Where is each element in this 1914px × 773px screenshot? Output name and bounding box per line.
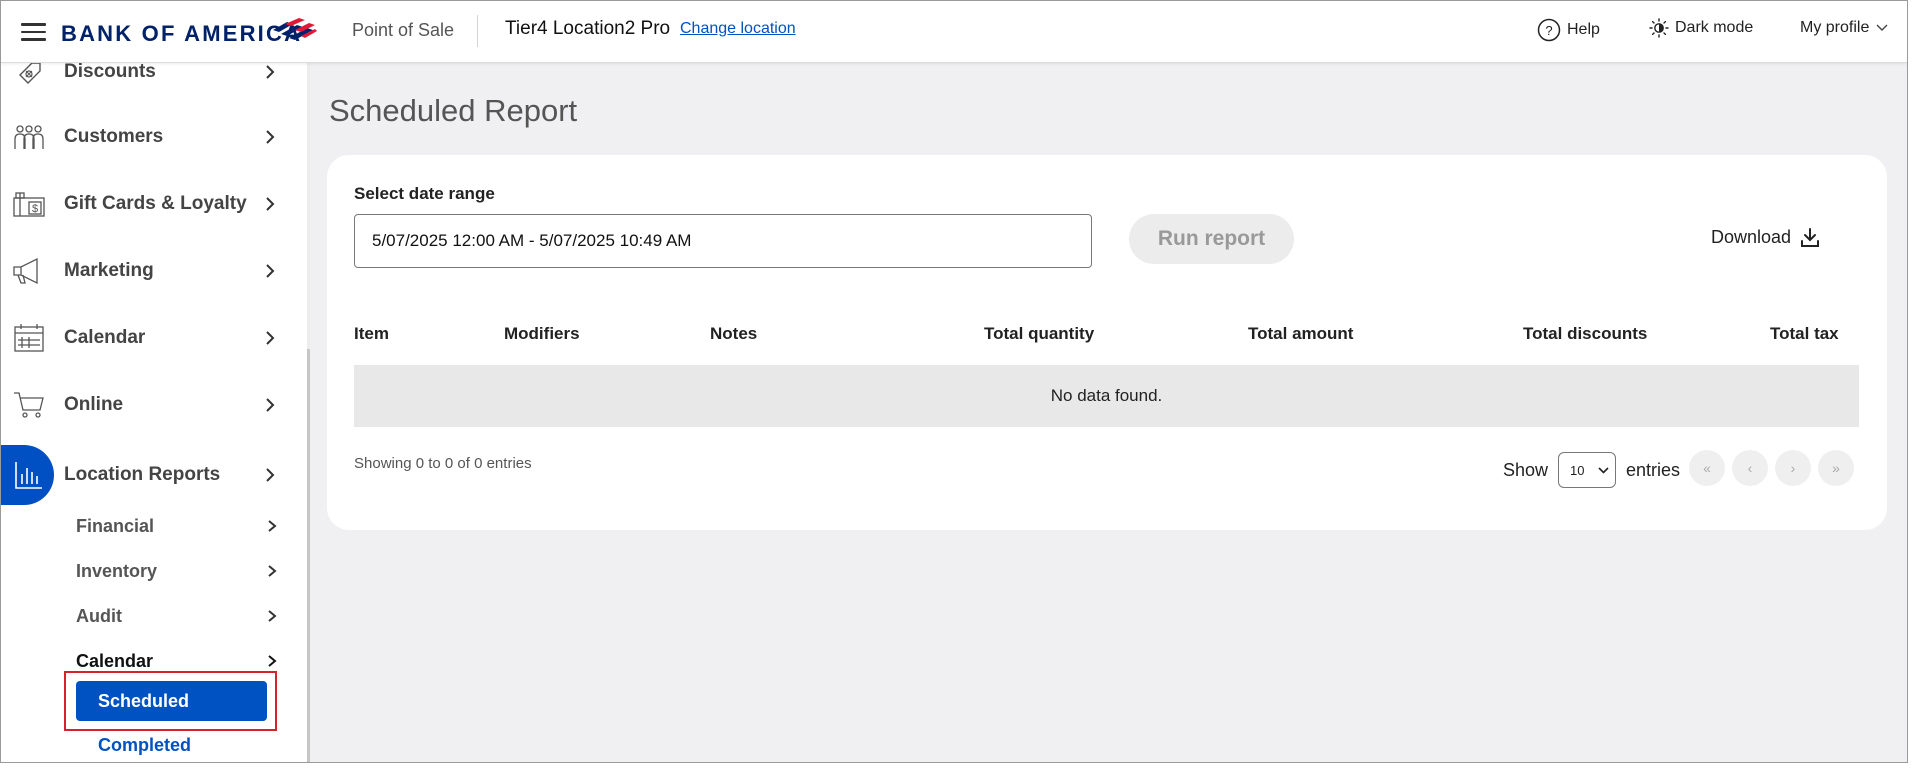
pagination-prev-button[interactable]: ‹ (1732, 450, 1768, 486)
app-window: BANK OF AMERICA Point of Sale Tier4 Loca… (0, 0, 1908, 763)
shopping-cart-icon (13, 389, 45, 421)
flag-logo-icon (273, 18, 317, 40)
dark-mode-toggle[interactable]: Dark mode (1649, 18, 1753, 38)
svg-text:$: $ (32, 203, 38, 215)
entries-select[interactable]: 10 (1558, 452, 1617, 488)
sidebar-item-scheduled[interactable]: Scheduled (76, 681, 267, 721)
sun-icon (1649, 18, 1669, 38)
sidebar-item-calendar[interactable]: Calendar (1, 315, 301, 361)
sidebar: Discounts Customers $ Gift Cards & Loyal… (1, 61, 307, 762)
help-button[interactable]: ? Help (1537, 18, 1600, 42)
column-header-total-discounts[interactable]: Total discounts (1523, 324, 1647, 344)
calendar-icon (13, 322, 45, 354)
chevron-right-icon (266, 398, 275, 412)
sidebar-item-location-reports[interactable]: Location Reports (1, 452, 301, 498)
date-range-input[interactable]: 5/07/2025 12:00 AM - 5/07/2025 10:49 AM (354, 214, 1092, 268)
chevron-right-icon (266, 65, 275, 79)
sidebar-item-completed[interactable]: Completed (98, 735, 191, 756)
entries-label: entries (1626, 459, 1681, 480)
sidebar-item-label: Location Reports (64, 464, 221, 485)
page-size-control: Show 10 entries (1503, 452, 1680, 488)
date-range-label: Select date range (354, 184, 495, 203)
chevron-right-icon (266, 468, 275, 482)
location-name: Tier4 Location2 Pro (505, 18, 671, 39)
sidebar-item-label: Calendar (64, 327, 146, 348)
header-divider (477, 15, 478, 47)
download-label: Download (1711, 227, 1792, 247)
pagination-next-button[interactable]: › (1775, 450, 1811, 486)
column-header-notes[interactable]: Notes (710, 324, 757, 344)
bar-chart-icon (13, 459, 45, 491)
sidebar-item-label: Customers (64, 126, 164, 147)
sidebar-item-gift-cards[interactable]: $ Gift Cards & Loyalty (1, 181, 301, 227)
chevron-right-icon (268, 520, 277, 532)
sidebar-item-label: Gift Cards & Loyalty (64, 193, 247, 214)
column-header-total-amount[interactable]: Total amount (1248, 324, 1353, 344)
change-location-link[interactable]: Change location (680, 20, 796, 38)
chevron-right-icon (268, 655, 277, 667)
sidebar-item-customers[interactable]: Customers (1, 114, 301, 160)
sidebar-subitem-label: Audit (76, 605, 122, 626)
sidebar-subitem-label: Calendar (76, 650, 154, 671)
sidebar-subitem-inventory[interactable]: Inventory (1, 553, 301, 589)
column-header-item[interactable]: Item (354, 324, 389, 344)
sidebar-item-label: Online (64, 394, 124, 415)
chevron-right-icon (266, 264, 275, 278)
chevron-right-icon (268, 610, 277, 622)
chevron-right-icon (266, 197, 275, 211)
sidebar-item-online[interactable]: Online (1, 382, 301, 428)
sidebar-item-marketing[interactable]: Marketing (1, 248, 301, 294)
top-bar: BANK OF AMERICA Point of Sale Tier4 Loca… (1, 1, 1907, 63)
profile-label: My profile (1800, 19, 1870, 36)
pagination-first-button[interactable]: « (1689, 450, 1725, 486)
table-empty-row: No data found. (354, 365, 1859, 427)
sidebar-scrollbar-thumb[interactable] (307, 349, 310, 762)
menu-icon[interactable] (21, 23, 46, 41)
download-button[interactable]: Download (1711, 227, 1820, 248)
my-profile-menu[interactable]: My profile (1800, 19, 1888, 37)
run-report-button[interactable]: Run report (1129, 214, 1294, 264)
sidebar-subitem-financial[interactable]: Financial (1, 508, 301, 544)
column-header-total-tax[interactable]: Total tax (1770, 324, 1839, 344)
chevron-right-icon (268, 565, 277, 577)
sidebar-item-label: Marketing (64, 260, 154, 281)
sidebar-subitem-label: Inventory (76, 560, 158, 581)
sidebar-subitem-audit[interactable]: Audit (1, 598, 301, 634)
pagination-last-button[interactable]: » (1818, 450, 1854, 486)
chevron-right-icon (266, 130, 275, 144)
brand-logo-text: BANK OF AMERICA (61, 21, 303, 46)
svg-text:?: ? (1545, 23, 1552, 38)
show-label: Show (1503, 459, 1549, 480)
megaphone-icon (13, 255, 45, 287)
report-card: Select date range 5/07/2025 12:00 AM - 5… (327, 155, 1887, 530)
entries-info: Showing 0 to 0 of 0 entries (354, 455, 532, 472)
help-icon: ? (1537, 18, 1561, 42)
chevron-down-icon (1876, 24, 1888, 31)
app-name: Point of Sale (352, 20, 455, 40)
sidebar-subitem-label: Financial (76, 515, 155, 536)
column-header-total-quantity[interactable]: Total quantity (984, 324, 1094, 344)
entries-select-value: 10 (1570, 462, 1585, 478)
customers-group-icon (13, 121, 45, 153)
column-header-modifiers[interactable]: Modifiers (504, 324, 580, 344)
sidebar-item-label: Discounts (64, 61, 156, 82)
dark-mode-label: Dark mode (1675, 19, 1754, 36)
chevron-right-icon (266, 331, 275, 345)
chevron-down-icon (1598, 466, 1609, 474)
download-icon (1801, 227, 1820, 247)
gift-card-icon: $ (13, 188, 45, 220)
page-title: Scheduled Report (329, 93, 578, 128)
help-label: Help (1567, 21, 1600, 38)
